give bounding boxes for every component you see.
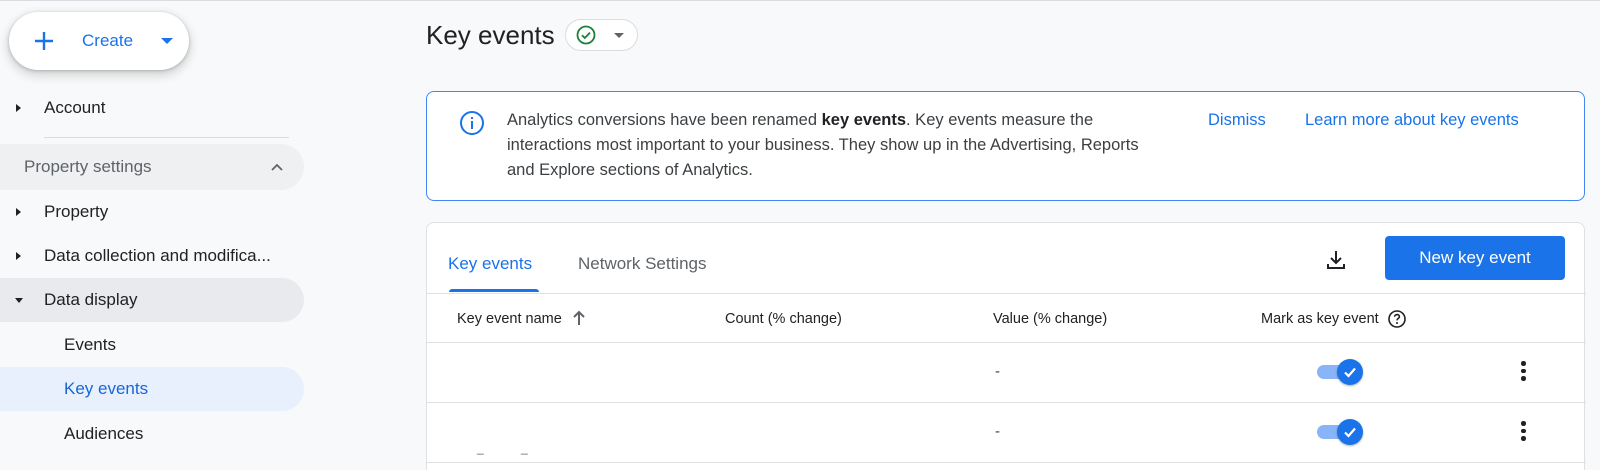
sidebar-item-audiences[interactable]: Audiences (0, 412, 304, 456)
expand-right-icon (16, 208, 21, 216)
sort-ascending-icon[interactable] (571, 309, 587, 327)
divider (427, 293, 1586, 294)
info-banner: Analytics conversions have been renamed … (426, 91, 1585, 201)
sidebar-item-label: Property (44, 202, 109, 221)
sidebar-item-data-collection[interactable]: Data collection and modifica... (0, 234, 304, 278)
sidebar-item-label: Data display (44, 290, 138, 309)
dismiss-link[interactable]: Dismiss (1208, 109, 1266, 131)
sidebar-item-events[interactable]: Events (0, 323, 304, 367)
divider (427, 402, 1586, 403)
sidebar-item-label: Events (64, 335, 116, 354)
column-header-count[interactable]: Count (% change) (725, 310, 842, 328)
info-icon (460, 111, 484, 135)
new-key-event-button[interactable]: New key event (1385, 236, 1565, 280)
caret-down-icon (161, 38, 173, 44)
sidebar: Create Account Property settings Propert… (0, 0, 310, 470)
plus-icon (35, 32, 53, 50)
toggle-knob (1337, 419, 1363, 445)
expand-right-icon (16, 104, 21, 112)
chevron-up-icon (271, 163, 283, 171)
sidebar-section-property-settings[interactable]: Property settings (0, 144, 304, 190)
check-icon (1344, 427, 1356, 438)
column-header-name[interactable]: Key event name (457, 310, 562, 328)
page-title: Key events (426, 20, 555, 50)
sidebar-section-label: Property settings (24, 157, 152, 176)
sidebar-item-label: Key events (64, 379, 149, 398)
key-event-name: _ _ (477, 441, 528, 455)
check-circle-icon (576, 25, 596, 45)
active-tab-indicator (449, 289, 539, 292)
sidebar-item-label: Audiences (64, 424, 144, 443)
sidebar-item-account[interactable]: Account (0, 86, 304, 130)
toggle-knob (1337, 359, 1363, 385)
expand-right-icon (16, 252, 21, 260)
learn-more-link[interactable]: Learn more about key events (1305, 109, 1519, 131)
create-label: Create (82, 31, 134, 50)
sidebar-item-key-events[interactable]: Key events (0, 367, 304, 411)
divider (427, 462, 1586, 463)
tab-key-events[interactable]: Key events (448, 253, 532, 275)
divider (427, 342, 1586, 343)
banner-message: Analytics conversions have been renamed … (507, 111, 1139, 179)
sidebar-item-label: Account (44, 98, 106, 117)
sidebar-item-data-display[interactable]: Data display (0, 278, 304, 322)
value-cell: - (995, 363, 1000, 380)
tab-network-settings[interactable]: Network Settings (578, 253, 707, 275)
help-icon[interactable] (1387, 309, 1407, 329)
sidebar-item-property[interactable]: Property (0, 190, 304, 234)
key-events-card: Key events Network Settings New key even… (426, 222, 1586, 470)
status-dropdown[interactable] (565, 19, 638, 51)
caret-down-icon (614, 33, 624, 38)
mark-key-event-toggle[interactable] (1317, 357, 1363, 387)
check-icon (1344, 367, 1356, 378)
sidebar-divider (44, 137, 289, 138)
value-cell: - (995, 423, 1000, 440)
more-options-icon[interactable] (1513, 359, 1533, 383)
download-icon[interactable] (1323, 247, 1349, 273)
mark-key-event-toggle[interactable] (1317, 417, 1363, 447)
create-button[interactable]: Create (9, 12, 189, 70)
column-header-mark: Mark as key event (1261, 311, 1379, 327)
expand-down-icon (15, 298, 23, 303)
column-header-value[interactable]: Value (% change) (993, 310, 1107, 328)
more-options-icon[interactable] (1513, 419, 1533, 443)
sidebar-item-label: Data collection and modifica... (44, 246, 271, 265)
